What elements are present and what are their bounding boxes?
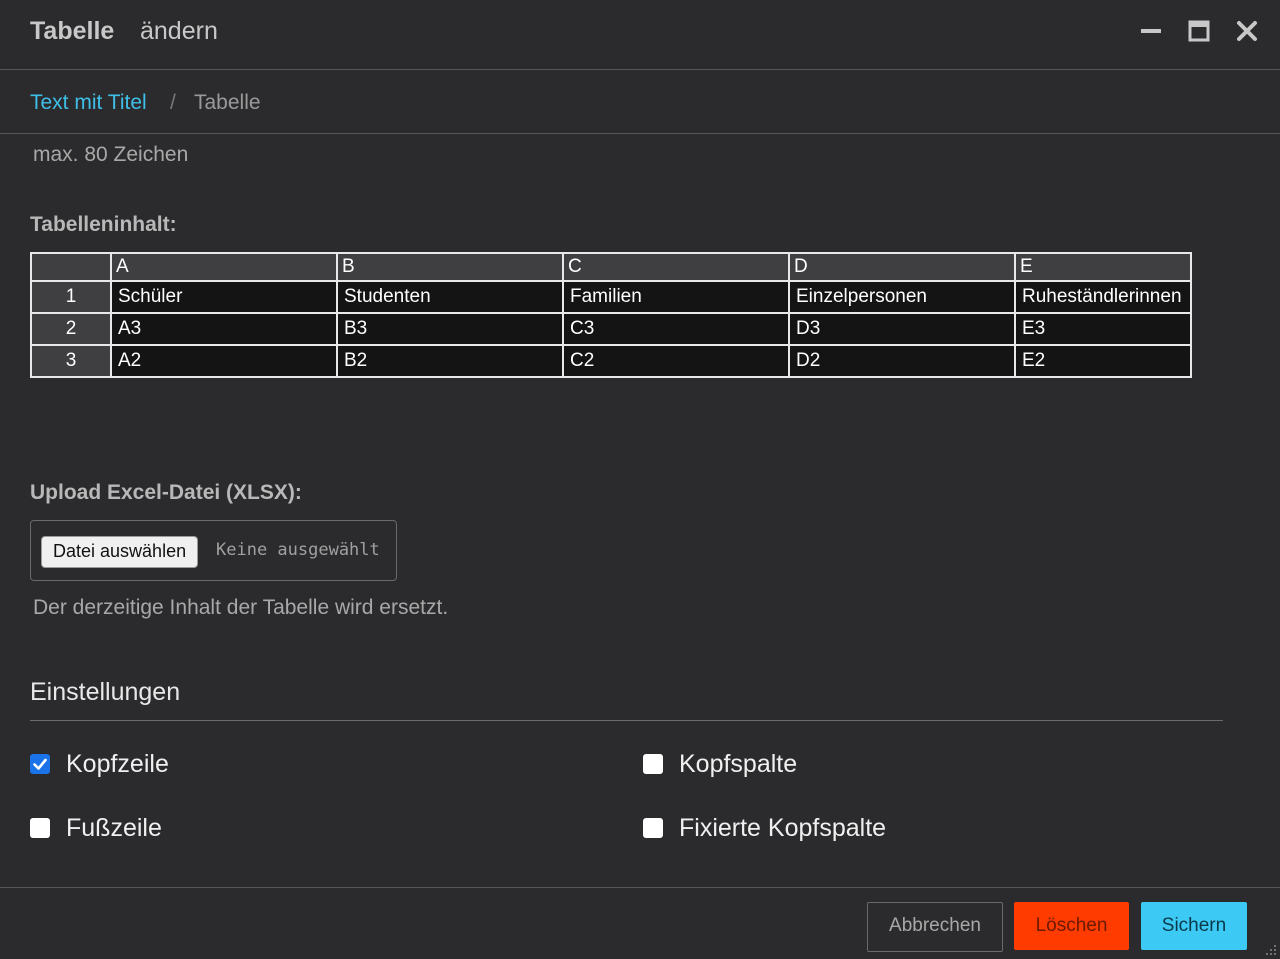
fixierte-kopfspalte-checkbox[interactable]	[643, 818, 663, 838]
table-cell[interactable]: A2	[110, 344, 338, 378]
resize-grip-icon[interactable]	[1262, 941, 1278, 957]
fusszeile-checkbox[interactable]	[30, 818, 50, 838]
kopfzeile-checkbox[interactable]	[30, 754, 50, 774]
breadcrumb-separator: /	[170, 91, 176, 114]
column-header-e[interactable]: E	[1014, 252, 1192, 282]
dialog-title: Tabelle	[30, 17, 115, 45]
row-number[interactable]: 2	[30, 312, 112, 346]
breadcrumb-link-text-mit-titel[interactable]: Text mit Titel	[30, 91, 147, 115]
upload-label: Upload Excel-Datei (XLSX):	[30, 481, 302, 504]
settings-divider	[30, 720, 1223, 721]
table-cell[interactable]: Studenten	[336, 280, 564, 314]
table-row: 1 Schüler Studenten Familien Einzelperso…	[30, 280, 1192, 314]
table-cell[interactable]: C2	[562, 344, 790, 378]
checkmark-icon	[33, 758, 47, 770]
table-cell[interactable]: B3	[336, 312, 564, 346]
column-header-c[interactable]: C	[562, 252, 790, 282]
spreadsheet-table: A B C D E 1 Schüler Studenten Familien E…	[30, 252, 1192, 378]
column-header-row: A B C D E	[30, 252, 1192, 282]
kopfspalte-label[interactable]: Kopfspalte	[679, 750, 797, 779]
column-header-b[interactable]: B	[336, 252, 564, 282]
upload-hint: Der derzeitige Inhalt der Tabelle wird e…	[33, 596, 449, 619]
no-file-selected-text: Keine ausgewählt	[216, 540, 380, 560]
table-row: 2 A3 B3 C3 D3 E3	[30, 312, 1192, 346]
minimize-icon[interactable]	[1138, 18, 1164, 44]
table-cell[interactable]: Schüler	[110, 280, 338, 314]
table-cell[interactable]: E2	[1014, 344, 1192, 378]
table-cell[interactable]: B2	[336, 344, 564, 378]
table-cell[interactable]: Familien	[562, 280, 790, 314]
table-cell[interactable]: Ruheständlerinnen	[1014, 280, 1192, 314]
table-cell[interactable]: Einzelpersonen	[788, 280, 1016, 314]
settings-title: Einstellungen	[30, 678, 181, 706]
choose-file-button[interactable]: Datei auswählen	[41, 536, 199, 568]
column-header-d[interactable]: D	[788, 252, 1016, 282]
footer-divider	[0, 887, 1280, 888]
delete-button[interactable]: Löschen	[1014, 902, 1129, 950]
breadcrumb-current: Tabelle	[194, 91, 261, 114]
table-row: 3 A2 B2 C2 D2 E2	[30, 344, 1192, 378]
table-cell[interactable]: D2	[788, 344, 1016, 378]
table-content-label: Tabelleninhalt:	[30, 213, 177, 236]
kopfspalte-checkbox[interactable]	[643, 754, 663, 774]
maximize-icon[interactable]	[1186, 18, 1212, 44]
kopfzeile-label[interactable]: Kopfzeile	[66, 750, 169, 779]
file-input[interactable]: Datei auswählen Keine ausgewählt	[30, 520, 397, 581]
table-cell[interactable]: D3	[788, 312, 1016, 346]
save-button[interactable]: Sichern	[1141, 902, 1247, 950]
table-cell[interactable]: C3	[562, 312, 790, 346]
title-bar: Tabelle ändern	[0, 0, 1280, 70]
table-cell[interactable]: A3	[110, 312, 338, 346]
column-header-a[interactable]: A	[110, 252, 338, 282]
table-cell[interactable]: E3	[1014, 312, 1192, 346]
fixierte-kopfspalte-label[interactable]: Fixierte Kopfspalte	[679, 814, 886, 843]
dialog-subtitle: ändern	[140, 17, 218, 45]
corner-cell	[30, 252, 112, 282]
cancel-button[interactable]: Abbrechen	[867, 902, 1003, 952]
edit-table-dialog: Tabelle ändern Text mit Titel / Tabelle …	[0, 0, 1280, 959]
max-length-hint: max. 80 Zeichen	[33, 143, 189, 166]
breadcrumb: Text mit Titel / Tabelle	[0, 70, 1280, 134]
row-number[interactable]: 3	[30, 344, 112, 378]
close-icon[interactable]	[1234, 18, 1260, 44]
row-number[interactable]: 1	[30, 280, 112, 314]
fusszeile-label[interactable]: Fußzeile	[66, 814, 162, 843]
